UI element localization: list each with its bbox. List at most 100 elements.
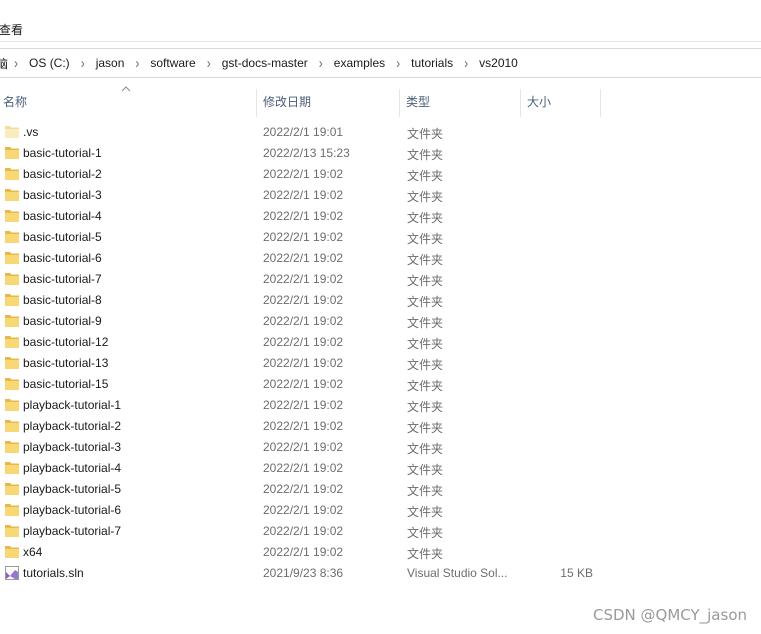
file-name: basic-tutorial-4 (23, 209, 102, 223)
breadcrumb-os-drive[interactable]: OS (C:) (24, 56, 75, 70)
chevron-right-icon[interactable]: › (313, 55, 329, 72)
ribbon: 查看 (0, 0, 761, 42)
file-row[interactable]: playback-tutorial-3 2022/2/1 19:02 文件夹 (0, 437, 761, 458)
file-name: playback-tutorial-3 (23, 440, 122, 454)
file-row[interactable]: playback-tutorial-7 2022/2/1 19:02 文件夹 (0, 521, 761, 542)
file-type: 文件夹 (407, 526, 444, 540)
file-date-modified: 2022/2/1 19:02 (263, 419, 344, 433)
file-name: playback-tutorial-7 (23, 524, 122, 538)
file-type: 文件夹 (407, 547, 444, 561)
file-name: basic-tutorial-3 (23, 188, 102, 202)
file-date-modified: 2022/2/13 15:23 (263, 146, 350, 160)
file-name: basic-tutorial-6 (23, 251, 102, 265)
file-date-modified: 2022/2/1 19:02 (263, 209, 344, 223)
file-row[interactable]: playback-tutorial-1 2022/2/1 19:02 文件夹 (0, 395, 761, 416)
breadcrumb-tutorials[interactable]: tutorials (406, 56, 458, 70)
file-row[interactable]: basic-tutorial-9 2022/2/1 19:02 文件夹 (0, 311, 761, 332)
file-row[interactable]: basic-tutorial-3 2022/2/1 19:02 文件夹 (0, 185, 761, 206)
file-date-modified: 2022/2/1 19:02 (263, 503, 344, 517)
file-type: 文件夹 (407, 505, 444, 519)
view-tab[interactable]: 查看 (0, 21, 23, 38)
folder-icon (4, 524, 20, 538)
file-row[interactable]: basic-tutorial-7 2022/2/1 19:02 文件夹 (0, 269, 761, 290)
folder-icon (4, 188, 20, 202)
file-row[interactable]: .vs 2022/2/1 19:01 文件夹 (0, 122, 761, 143)
file-date-modified: 2022/2/1 19:02 (263, 272, 344, 286)
file-name: basic-tutorial-7 (23, 272, 102, 286)
folder-icon (4, 398, 20, 412)
file-name: playback-tutorial-1 (23, 398, 122, 412)
file-row[interactable]: basic-tutorial-8 2022/2/1 19:02 文件夹 (0, 290, 761, 311)
folder-icon (4, 461, 20, 475)
file-name: basic-tutorial-5 (23, 230, 102, 244)
file-row[interactable]: basic-tutorial-2 2022/2/1 19:02 文件夹 (0, 164, 761, 185)
file-row[interactable]: basic-tutorial-5 2022/2/1 19:02 文件夹 (0, 227, 761, 248)
folder-icon-hidden (4, 125, 20, 139)
file-date-modified: 2022/2/1 19:02 (263, 230, 344, 244)
file-name: basic-tutorial-13 (23, 356, 109, 370)
file-date-modified: 2022/2/1 19:02 (263, 356, 344, 370)
folder-icon (4, 419, 20, 433)
breadcrumb-examples[interactable]: examples (329, 56, 390, 70)
file-row[interactable]: x64 2022/2/1 19:02 文件夹 (0, 542, 761, 563)
file-type: 文件夹 (407, 232, 444, 246)
folder-icon (4, 209, 20, 223)
file-name: playback-tutorial-2 (23, 419, 122, 433)
file-type: 文件夹 (407, 400, 444, 414)
file-type: 文件夹 (407, 484, 444, 498)
file-row[interactable]: basic-tutorial-13 2022/2/1 19:02 文件夹 (0, 353, 761, 374)
folder-icon (4, 482, 20, 496)
file-type: 文件夹 (407, 190, 444, 204)
column-header-date-modified[interactable]: 修改日期 (257, 89, 400, 117)
file-name: playback-tutorial-5 (23, 482, 122, 496)
file-size: 15 KB (560, 566, 593, 580)
breadcrumb-root[interactable]: 脑 (0, 55, 8, 72)
file-type: 文件夹 (407, 316, 444, 330)
file-date-modified: 2022/2/1 19:02 (263, 167, 344, 181)
folder-icon (4, 377, 20, 391)
file-row[interactable]: basic-tutorial-4 2022/2/1 19:02 文件夹 (0, 206, 761, 227)
file-type: 文件夹 (407, 463, 444, 477)
file-date-modified: 2022/2/1 19:02 (263, 335, 344, 349)
breadcrumb-vs2010[interactable]: vs2010 (474, 56, 523, 70)
address-bar[interactable]: 脑 › OS (C:) › jason › software › gst-doc… (0, 48, 761, 78)
chevron-right-icon[interactable]: › (390, 55, 406, 72)
folder-icon (4, 272, 20, 286)
folder-icon (4, 146, 20, 160)
breadcrumb-software[interactable]: software (145, 56, 200, 70)
file-date-modified: 2022/2/1 19:02 (263, 524, 344, 538)
file-name: .vs (23, 125, 39, 139)
chevron-right-icon[interactable]: › (8, 55, 24, 72)
file-row[interactable]: basic-tutorial-1 2022/2/13 15:23 文件夹 (0, 143, 761, 164)
file-type: 文件夹 (407, 421, 444, 435)
file-row[interactable]: playback-tutorial-6 2022/2/1 19:02 文件夹 (0, 500, 761, 521)
breadcrumb-gst-docs-master[interactable]: gst-docs-master (217, 56, 313, 70)
file-row[interactable]: basic-tutorial-6 2022/2/1 19:02 文件夹 (0, 248, 761, 269)
chevron-right-icon[interactable]: › (458, 55, 474, 72)
folder-icon (4, 167, 20, 181)
file-date-modified: 2022/2/1 19:02 (263, 251, 344, 265)
file-type: 文件夹 (407, 127, 444, 141)
file-type: 文件夹 (407, 148, 444, 162)
file-type: 文件夹 (407, 253, 444, 267)
column-header-size[interactable]: 大小 (521, 89, 601, 117)
file-date-modified: 2022/2/1 19:02 (263, 293, 344, 307)
file-date-modified: 2022/2/1 19:01 (263, 125, 344, 139)
column-header-type[interactable]: 类型 (400, 89, 521, 117)
file-row[interactable]: playback-tutorial-4 2022/2/1 19:02 文件夹 (0, 458, 761, 479)
column-header-name[interactable]: 名称 (0, 89, 257, 117)
file-row[interactable]: basic-tutorial-12 2022/2/1 19:02 文件夹 (0, 332, 761, 353)
file-row[interactable]: playback-tutorial-5 2022/2/1 19:02 文件夹 (0, 479, 761, 500)
file-name: playback-tutorial-6 (23, 503, 122, 517)
chevron-right-icon[interactable]: › (201, 55, 217, 72)
chevron-right-icon[interactable]: › (75, 55, 91, 72)
breadcrumb-jason[interactable]: jason (91, 56, 130, 70)
file-type: 文件夹 (407, 442, 444, 456)
file-row[interactable]: playback-tutorial-2 2022/2/1 19:02 文件夹 (0, 416, 761, 437)
file-row[interactable]: tutorials.sln 2021/9/23 8:36 Visual Studio… (0, 563, 761, 584)
file-name: basic-tutorial-2 (23, 167, 102, 181)
file-name: basic-tutorial-9 (23, 314, 102, 328)
file-date-modified: 2022/2/1 19:02 (263, 461, 344, 475)
file-row[interactable]: basic-tutorial-15 2022/2/1 19:02 文件夹 (0, 374, 761, 395)
chevron-right-icon[interactable]: › (129, 55, 145, 72)
